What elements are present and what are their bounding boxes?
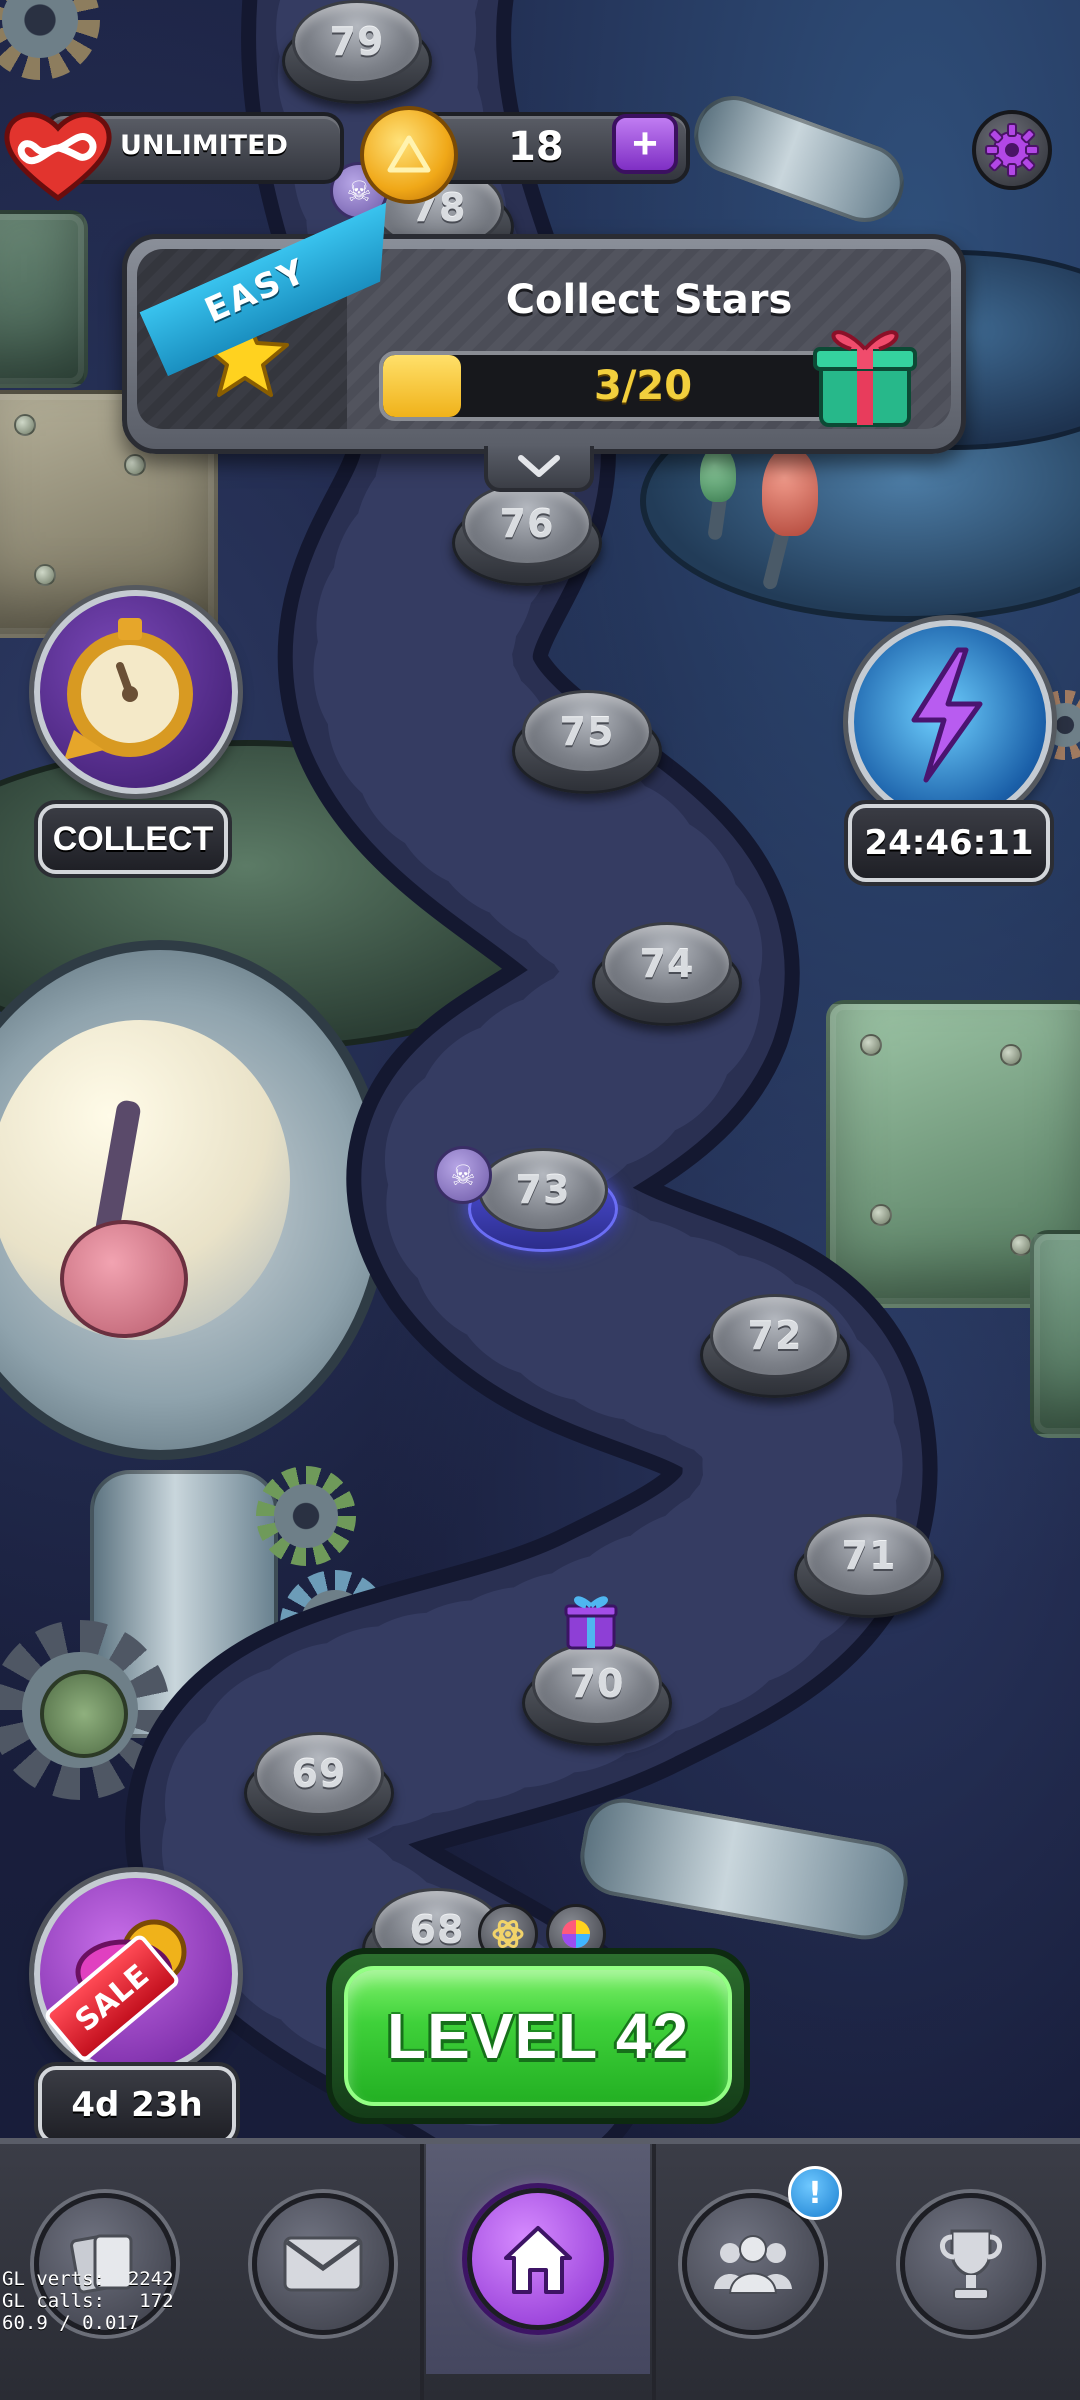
coin-icon [360, 106, 458, 204]
nav-team[interactable]: ! [648, 2164, 858, 2364]
collect-button[interactable]: COLLECT [38, 804, 228, 874]
level-number: 72 [747, 1314, 803, 1358]
lightning-icon [911, 647, 983, 783]
quest-expand-button[interactable] [484, 446, 594, 492]
chevron-down-icon [518, 455, 560, 477]
team-icon [714, 2235, 792, 2294]
level-number: 76 [499, 502, 555, 546]
nav-home[interactable] [426, 2144, 650, 2374]
daily-reward-button[interactable] [34, 590, 238, 794]
home-icon [504, 2226, 572, 2294]
debug-line-calls: GL calls: 172 [2, 2290, 174, 2312]
level-number: 74 [639, 942, 695, 986]
heart-infinity-icon [4, 112, 112, 202]
nav-cards[interactable] [0, 2164, 210, 2364]
trophy-icon [940, 2229, 1002, 2300]
level-node-76[interactable]: 76 [452, 482, 602, 586]
lives-label: UNLIMITED [120, 130, 288, 161]
play-level-button[interactable]: LEVEL 42 [326, 1948, 750, 2124]
sale-timer: 4d 23h [38, 2066, 236, 2144]
booster-timer: 24:46:11 [848, 804, 1050, 882]
level-number: 69 [291, 1752, 347, 1796]
level-number: 71 [841, 1534, 897, 1578]
debug-line-fps: 60.9 / 0.017 [2, 2312, 140, 2334]
level-node-73[interactable]: 73 [468, 1148, 618, 1252]
add-coins-button[interactable]: + [612, 114, 678, 174]
level-number: 73 [515, 1168, 571, 1212]
nav-mail[interactable] [218, 2164, 428, 2364]
skull-icon: ☠ [434, 1146, 492, 1204]
level-number: 68 [409, 1908, 465, 1952]
coins-count: 18 [508, 124, 564, 170]
nav-leaderboard[interactable] [866, 2164, 1076, 2364]
settings-button[interactable] [972, 110, 1052, 190]
level-node-72[interactable]: 72 [700, 1294, 850, 1398]
level-node-74[interactable]: 74 [592, 922, 742, 1026]
gift-icon [813, 330, 917, 427]
gear-icon [985, 123, 1039, 177]
level-node-70[interactable]: 70 [522, 1642, 672, 1746]
level-number: 79 [329, 20, 385, 64]
level-node-69[interactable]: 69 [244, 1732, 394, 1836]
mail-icon [283, 2236, 363, 2292]
debug-line-verts: GL verts: 2242 [2, 2268, 174, 2290]
team-notification-badge: ! [788, 2166, 842, 2220]
play-level-label: LEVEL 42 [386, 2000, 690, 2072]
level-node-75[interactable]: 75 [512, 690, 662, 794]
stopwatch-icon [64, 618, 193, 760]
debug-overlay: GL verts: 2242 GL calls: 172 60.9 / 0.01… [2, 2268, 174, 2334]
level-node-71[interactable]: 71 [794, 1514, 944, 1618]
level-node-79[interactable]: 79 [282, 0, 432, 104]
lightning-booster-button[interactable] [848, 620, 1052, 824]
gift-icon [564, 1596, 618, 1650]
level-number: 70 [569, 1662, 625, 1706]
level-number: 75 [559, 710, 615, 754]
